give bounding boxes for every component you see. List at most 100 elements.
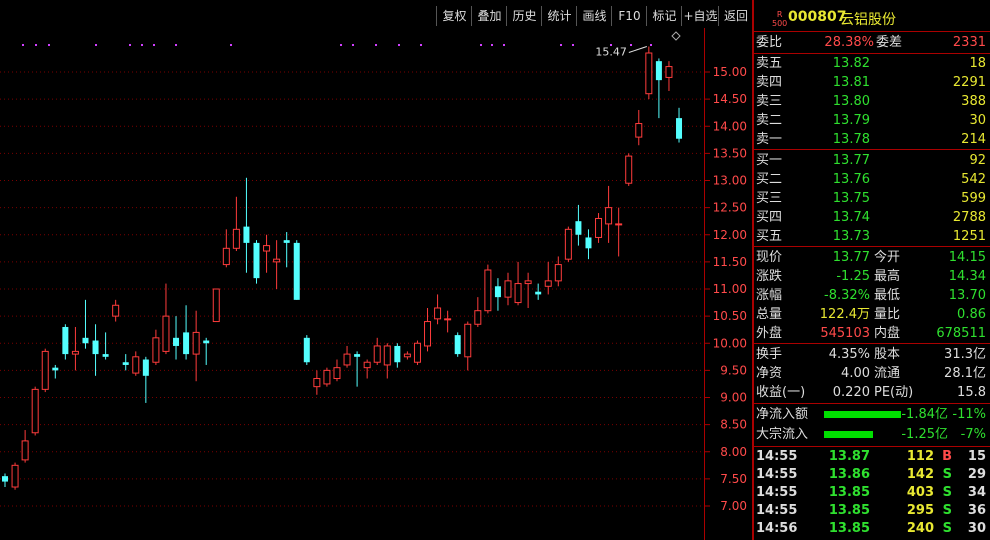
label: 卖一 [756, 132, 783, 147]
kline-chart[interactable]: 15.00 14.50 14.00 13.50 13.00 12.50 12.00 11.50… [0, 28, 752, 540]
tick-volume: 112 [906, 449, 934, 464]
panel-divider-line [754, 31, 990, 32]
label: 买一 [756, 153, 783, 168]
label: 卖四 [756, 75, 783, 90]
tick-time: 14:55 [756, 449, 798, 464]
toolbar-button[interactable]: 画线 [576, 6, 612, 26]
marker-dot [35, 44, 37, 46]
price-tick-label: 9.50 [720, 363, 747, 377]
toolbar-button[interactable]: 复权 [436, 6, 472, 26]
candle-body [585, 237, 592, 249]
tick-volume: 240 [906, 521, 934, 536]
candle-body [283, 240, 290, 243]
label: 净流入额 [756, 407, 809, 422]
label: 最低 [874, 288, 901, 303]
candle-body [363, 361, 371, 369]
candle-body [232, 228, 240, 249]
candle-body [605, 207, 613, 225]
panel-value: 14.15 [948, 250, 986, 265]
candle-body [293, 242, 300, 300]
marker-dot [129, 44, 131, 46]
candle-body [212, 288, 220, 323]
panel-value: 0.86 [957, 307, 986, 322]
ask-row: 卖四 13.81 2291 [754, 73, 990, 92]
label: 买二 [756, 172, 783, 187]
candle-body [343, 353, 351, 366]
candle-body [11, 464, 19, 488]
tick-count: 34 [967, 485, 986, 500]
toolbar-button[interactable]: 返回 [718, 6, 753, 26]
panel-value: 28.38% [824, 35, 874, 50]
price-tick-label: 15.00 [713, 65, 747, 79]
candle-body [52, 367, 59, 371]
fundamental-row: 收益(一) 0.220 PE(动) 15.8 [754, 383, 990, 402]
price-tick-label: 13.50 [713, 146, 747, 160]
stock-name[interactable]: 云铝股份 [840, 9, 896, 29]
candle-body [62, 326, 69, 355]
candle-body [71, 350, 79, 355]
panel-value: 388 [961, 94, 986, 109]
candle-body [253, 242, 260, 279]
label: 买三 [756, 191, 783, 206]
price-axis-line [704, 28, 705, 540]
marker-dot [480, 44, 482, 46]
ask-row: 卖五 13.82 18 [754, 54, 990, 73]
panel-value: -1.25 [836, 269, 870, 284]
kline-svg[interactable]: 15.00 14.50 14.00 13.50 13.00 12.50 12.00 11.50… [0, 28, 752, 540]
toolbar-button[interactable]: 历史 [506, 6, 542, 26]
candle-body [424, 321, 432, 347]
candle-body [625, 155, 633, 184]
candle-body [595, 217, 603, 238]
toolbar-button[interactable]: 统计 [541, 6, 577, 26]
panel-value: 14.34 [948, 269, 986, 284]
panel-divider-line [754, 246, 990, 247]
candle-body [676, 118, 683, 139]
marker-dot [22, 44, 24, 46]
stat-row: 外盘 545103 内盘 678511 [754, 324, 990, 343]
candle-body [444, 318, 452, 321]
candle-body [635, 123, 643, 138]
tick-side: S [942, 485, 952, 500]
price-tick-label: 11.00 [713, 282, 747, 296]
candle-body [203, 340, 210, 344]
label: 涨跌 [756, 269, 783, 284]
toolbar-button[interactable]: 标记 [646, 6, 682, 26]
panel-value: 2291 [952, 75, 986, 90]
candle-body [434, 307, 442, 320]
panel-value: 30 [969, 113, 986, 128]
marker-dot [650, 44, 652, 46]
candle-body [383, 345, 391, 366]
toolbar: 复权 叠加 历史 统计 画线 F10 标记 +自选 返回 [0, 6, 752, 26]
panel-value: 0.220 [832, 385, 870, 400]
bid-row: 买三 13.75 599 [754, 189, 990, 208]
peak-annotation: 15.47 [595, 46, 627, 59]
panel-value: 13.82 [832, 56, 870, 71]
label: 买四 [756, 210, 783, 225]
candle-body [514, 283, 522, 304]
panel-value: 13.76 [832, 172, 870, 187]
toolbar-button[interactable]: +自选 [681, 6, 719, 26]
candle-body [564, 228, 572, 260]
toolbar-button[interactable]: 叠加 [471, 6, 507, 26]
tick-row: 14:56 13.85 240 S 30 [754, 520, 990, 538]
capital-flow-row: 大宗流入 -1.25亿 -7% [754, 425, 990, 444]
candle-body [303, 337, 310, 363]
stock-code[interactable]: 000807 [788, 9, 846, 25]
candle-body [524, 280, 532, 285]
tick-side: S [942, 503, 952, 518]
tick-volume: 295 [906, 503, 934, 518]
marker-dot [630, 44, 632, 46]
candle-body [665, 66, 673, 78]
panel-value: 13.70 [948, 288, 986, 303]
panel-value: 13.77 [832, 250, 870, 265]
order-ratio-row: 委比 28.38% 委差 2331 [754, 33, 990, 52]
toolbar-button[interactable]: F10 [611, 6, 647, 26]
marker-dot [153, 44, 155, 46]
candle-body [655, 61, 662, 81]
label: 股本 [874, 347, 901, 362]
stat-row: 涨跌 -1.25 最高 14.34 [754, 267, 990, 286]
stat-row: 涨幅 -8.32% 最低 13.70 [754, 286, 990, 305]
ask-row: 卖三 13.80 388 [754, 92, 990, 111]
price-tick-label: 10.00 [713, 336, 747, 350]
candle-body [403, 353, 411, 358]
